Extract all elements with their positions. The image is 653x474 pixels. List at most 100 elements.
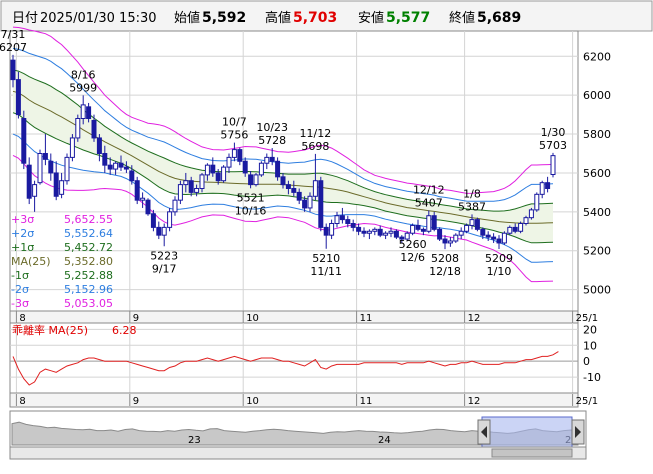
candle-body	[334, 215, 340, 225]
price-tick-label: 5800	[583, 128, 611, 141]
candle-body	[226, 156, 232, 168]
close-label: 終値	[449, 10, 475, 26]
candle-body	[491, 236, 497, 240]
candle-body	[469, 219, 475, 226]
candle-body	[377, 228, 383, 236]
deviation-tick-label: 20	[583, 323, 597, 336]
peak-date-label: 12/12	[413, 183, 445, 196]
candle	[410, 223, 416, 236]
peak-price-label: 5728	[258, 134, 286, 147]
peak-date-label: 1/30	[541, 126, 566, 139]
candle-body	[258, 162, 264, 176]
month-label: 11	[360, 396, 373, 407]
candle	[37, 149, 43, 185]
candle	[523, 215, 529, 226]
month-label: 25/1	[576, 313, 598, 324]
candle-body	[177, 184, 183, 201]
candle	[145, 198, 151, 216]
peak-price-label: 5999	[69, 81, 97, 94]
candle-body	[388, 230, 394, 234]
peak-date-label: 8/16	[71, 68, 96, 81]
legend-label: +2σ	[11, 227, 34, 240]
candle-body	[345, 219, 351, 225]
price-tick-label: 6200	[583, 50, 611, 63]
navigator-left-handle[interactable]	[477, 419, 491, 445]
candle	[69, 134, 75, 162]
legend-value: 5,552.64	[64, 227, 113, 240]
candle-body	[204, 164, 210, 176]
deviation-latest-value: 6.28	[112, 324, 137, 337]
candle-body	[458, 230, 464, 236]
navigator-scrollbar-thumb[interactable]	[491, 448, 573, 458]
month-label: 9	[133, 396, 139, 407]
navigator-right-handle[interactable]	[571, 419, 585, 445]
candle-body	[437, 228, 443, 240]
price-axis: 5000 5200 5400 5600 5800 6000 6200	[583, 50, 611, 296]
candle-body	[264, 156, 270, 164]
deviation-tick-label: -10	[583, 371, 601, 384]
candle-body	[107, 164, 113, 170]
candle-body	[21, 118, 27, 164]
legend-label: -1σ	[11, 269, 29, 282]
candle-body	[59, 180, 65, 195]
candle-body	[415, 224, 421, 230]
candle-body	[285, 184, 291, 190]
candle-body	[534, 193, 540, 211]
candle-body	[523, 217, 529, 225]
month-label: 10	[246, 313, 259, 324]
peak-price-label: 5698	[301, 140, 329, 153]
candle-body	[307, 195, 313, 209]
candle-body	[361, 230, 367, 234]
chart-svg: 日付 2025/01/30 15:30 始値 5,592 高値 5,703 安値…	[0, 0, 653, 460]
high-value: 5,703	[293, 10, 337, 26]
candle-body	[26, 164, 32, 199]
candle-body	[194, 188, 200, 193]
candle	[318, 176, 324, 232]
candle	[453, 233, 459, 243]
candle-body	[420, 228, 426, 232]
candle	[221, 165, 227, 183]
peak-price-label: 5387	[458, 200, 486, 213]
open-value: 5,592	[202, 10, 246, 26]
high-label: 高値	[265, 10, 291, 26]
candle-body	[474, 219, 480, 230]
candle-body	[91, 119, 97, 139]
candle-body	[172, 199, 178, 213]
month-label: 8	[19, 313, 25, 324]
trough-date-label: 12/18	[429, 265, 461, 278]
trough-date-label: 10/16	[235, 204, 267, 217]
candle-body	[356, 226, 362, 232]
legend-label: +3σ	[11, 213, 34, 226]
peak-price-label: 5407	[415, 196, 443, 209]
candle	[474, 217, 480, 232]
trough-price-label: 5210	[312, 252, 340, 265]
candle-body	[242, 160, 248, 174]
price-tick-label: 5200	[583, 245, 611, 258]
month-label: 9	[133, 313, 139, 324]
price-tick-label: 5400	[583, 206, 611, 219]
candle	[275, 157, 281, 181]
candle	[528, 207, 534, 220]
peak-price-label: 6207	[0, 41, 27, 54]
navigator-year-label: 24	[378, 435, 391, 446]
peak-price-label: 5703	[539, 139, 567, 152]
candle	[464, 223, 470, 234]
candle-body	[75, 118, 81, 139]
candle-body	[329, 223, 335, 236]
navigator-selection[interactable]	[481, 416, 573, 448]
candle	[437, 227, 443, 241]
low-label: 安値	[358, 10, 384, 26]
candle	[64, 153, 70, 185]
candle-body	[410, 224, 416, 234]
candle	[534, 192, 540, 212]
candle-body	[123, 166, 129, 170]
close-value: 5,689	[477, 10, 521, 26]
candle-body	[53, 172, 59, 197]
navigator-year-label: 23	[188, 435, 201, 446]
candle-body	[140, 197, 146, 201]
candle	[177, 180, 183, 205]
open-label: 始値	[174, 10, 200, 26]
candle-body	[550, 155, 556, 175]
candle-body	[215, 172, 221, 182]
candle-body	[86, 106, 92, 120]
